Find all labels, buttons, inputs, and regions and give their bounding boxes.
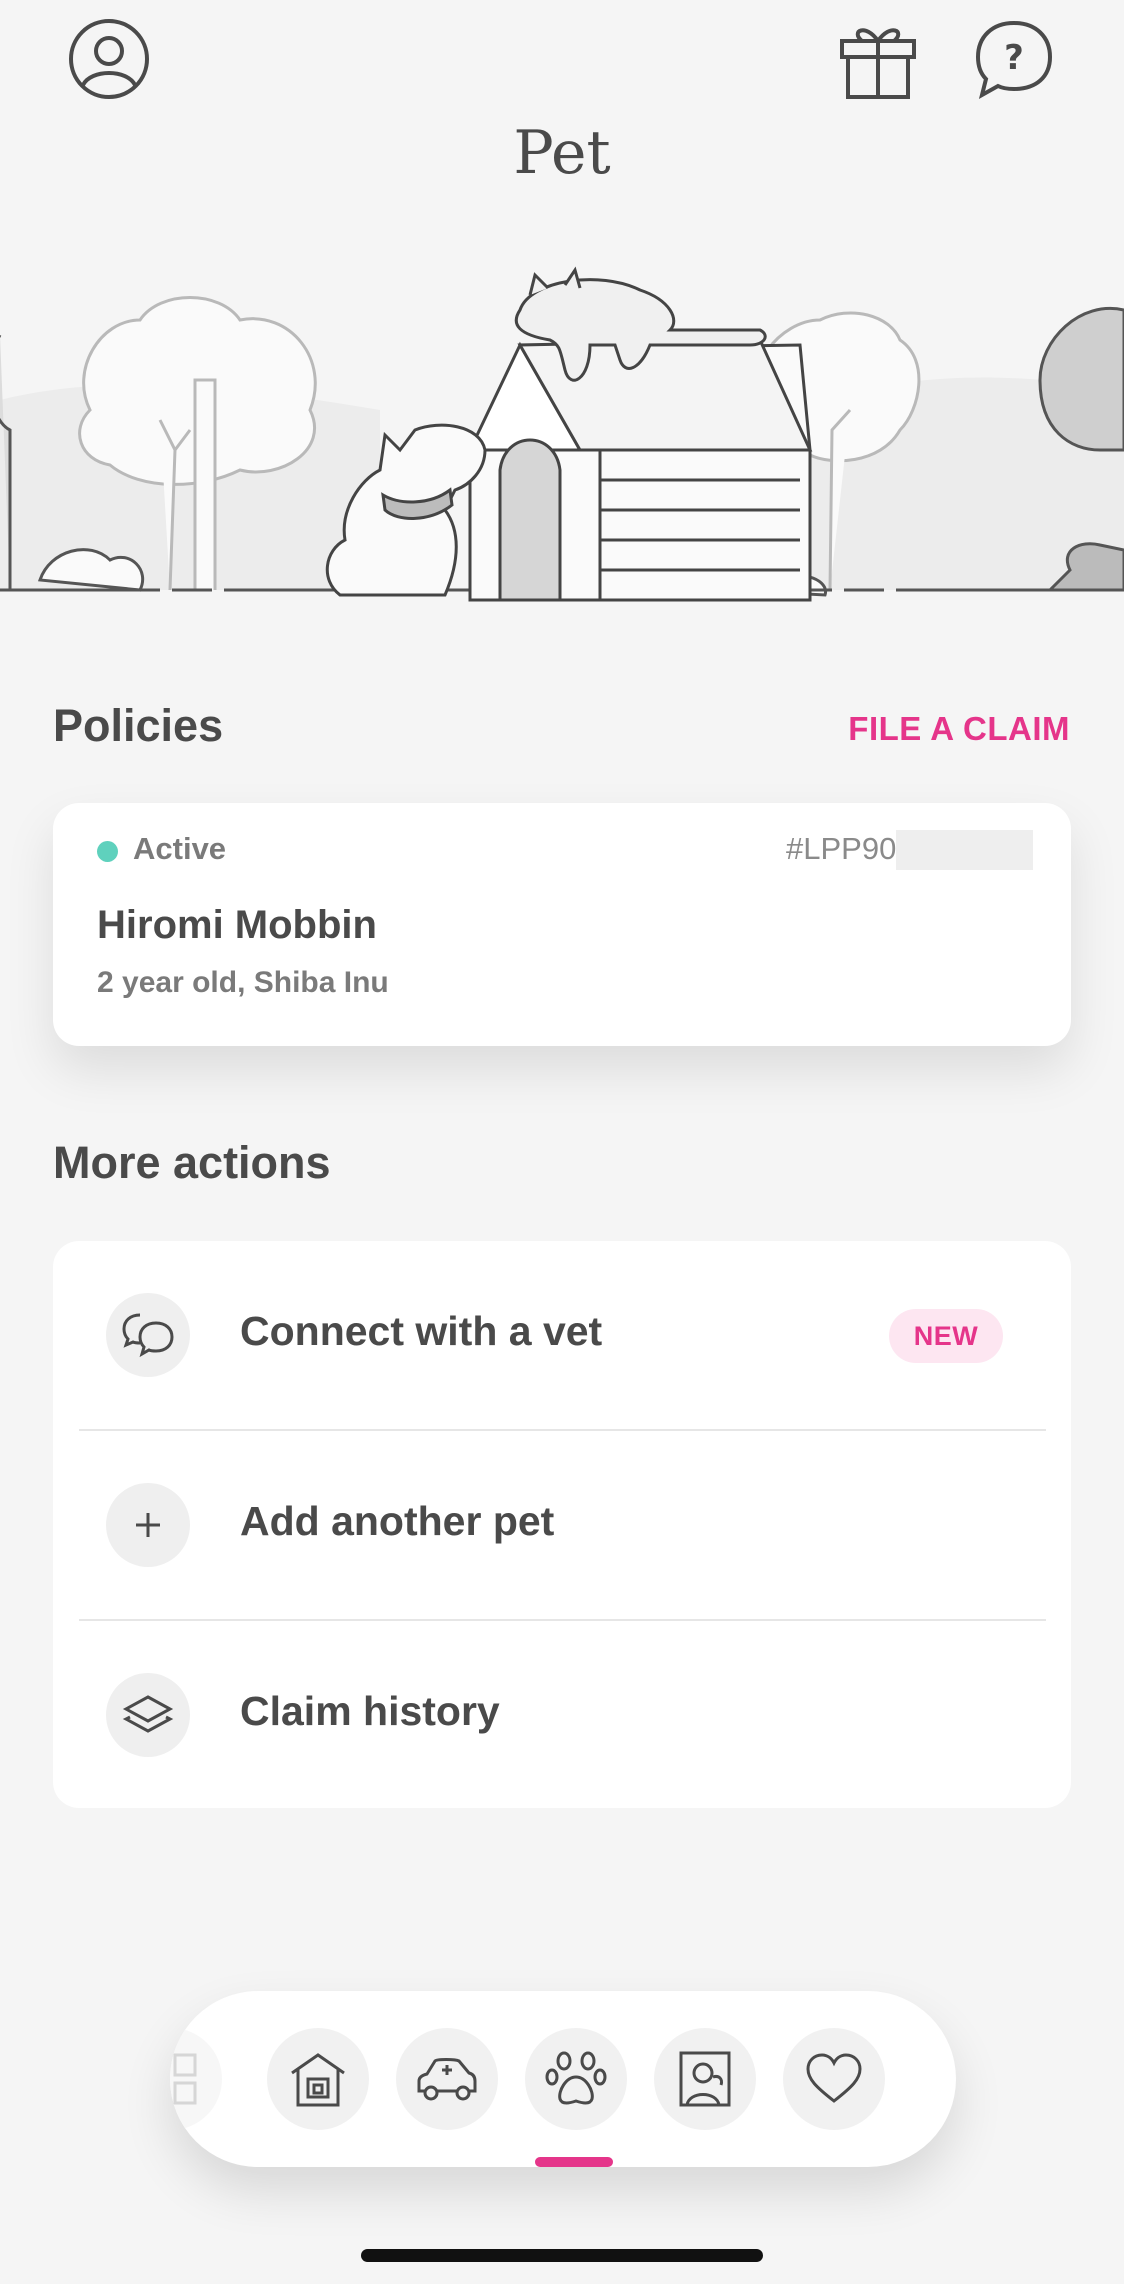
action-label: Add another pet	[240, 1498, 555, 1544]
house-icon[interactable]	[267, 2028, 369, 2130]
status-dot	[97, 841, 118, 862]
action-label: Claim history	[240, 1688, 500, 1734]
svg-text:?: ?	[1004, 38, 1024, 78]
pet-house-illustration	[0, 250, 1124, 630]
grid-icon[interactable]	[170, 2028, 222, 2130]
car-icon[interactable]	[396, 2028, 498, 2130]
top-bar: ?	[0, 0, 1124, 130]
help-icon[interactable]: ?	[972, 17, 1056, 101]
add-pet-action[interactable]: Add another pet	[53, 1431, 1071, 1620]
plus-icon	[106, 1483, 190, 1567]
new-badge: NEW	[889, 1309, 1003, 1363]
page-title: Pet	[513, 118, 611, 188]
pet-description: 2 year old, Shiba Inu	[97, 966, 389, 999]
gift-icon[interactable]	[836, 17, 920, 101]
more-actions-section-title: More actions	[53, 1137, 331, 1188]
bottom-nav	[170, 1991, 956, 2167]
layers-icon	[106, 1673, 190, 1757]
policy-status: Active	[133, 831, 227, 866]
policy-number-redaction	[896, 830, 1033, 870]
active-tab-indicator	[535, 2157, 613, 2167]
policies-section-title: Policies	[53, 700, 224, 751]
paw-icon[interactable]	[525, 2028, 627, 2130]
heart-icon[interactable]	[783, 2028, 885, 2130]
connect-vet-action[interactable]: Connect with a vet NEW	[53, 1241, 1071, 1430]
home-indicator	[361, 2249, 763, 2262]
profile-icon[interactable]	[67, 17, 151, 101]
more-actions-list: Connect with a vet NEW Add another pet C…	[53, 1241, 1071, 1808]
file-claim-link[interactable]: FILE A CLAIM	[848, 710, 1070, 748]
chat-bubbles-icon	[106, 1293, 190, 1377]
claim-history-action[interactable]: Claim history	[53, 1621, 1071, 1810]
pet-name: Hiromi Mobbin	[97, 903, 377, 947]
action-label: Connect with a vet	[240, 1308, 603, 1354]
portrait-icon[interactable]	[654, 2028, 756, 2130]
policy-number: #LPP90	[786, 831, 897, 866]
policy-card[interactable]: Active #LPP90 Hiromi Mobbin 2 year old, …	[53, 803, 1071, 1046]
